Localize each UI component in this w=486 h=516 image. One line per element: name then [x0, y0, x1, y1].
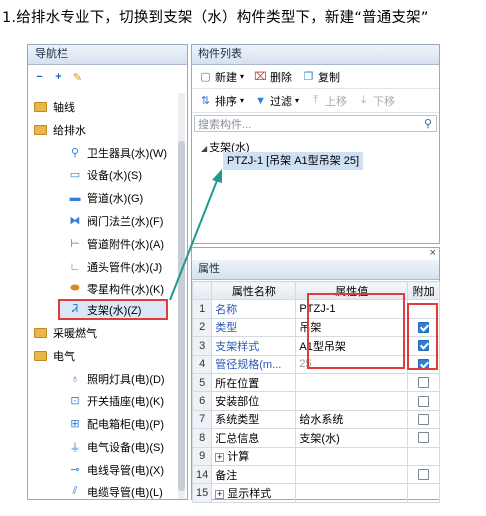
arrow-head: [212, 169, 222, 183]
arrow-line: [169, 177, 219, 301]
annotation-arrow: [169, 169, 222, 301]
